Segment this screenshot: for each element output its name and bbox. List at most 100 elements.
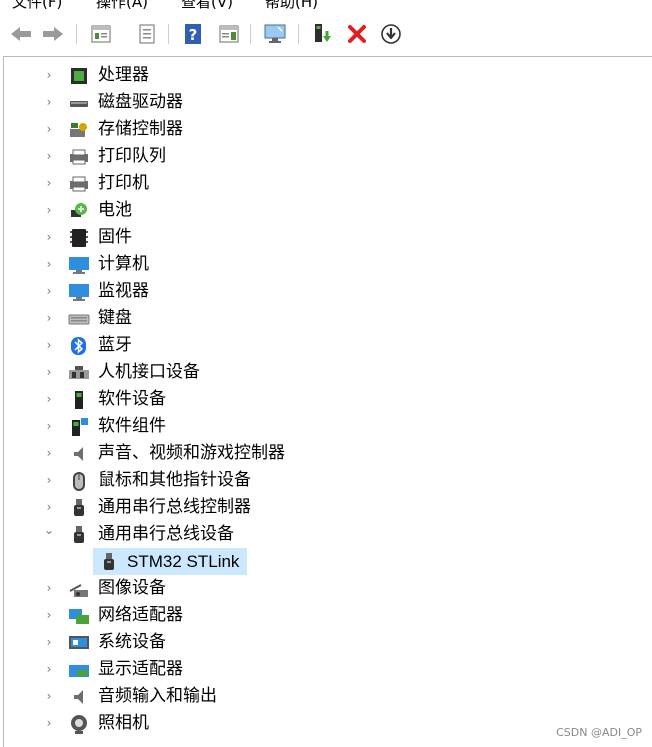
chevron-right-icon[interactable]: › <box>44 662 54 676</box>
back-arrow-icon <box>11 27 31 41</box>
tree-category[interactable]: › 软件设备 <box>4 386 644 413</box>
chevron-right-icon[interactable]: › <box>44 338 54 352</box>
tree-category[interactable]: › 电池 <box>4 197 644 224</box>
tree-category[interactable]: › 固件 <box>4 224 644 251</box>
tree-item-label: 显示适配器 <box>98 659 183 679</box>
tree-item-label: 打印队列 <box>98 146 166 166</box>
chevron-right-icon[interactable]: › <box>44 68 54 82</box>
device-tree: › 处理器 › 磁盘驱动器 › 存储控制器 › 打印队列 › 打印机 › 电池 › 固件 › 计算机 › 监视器 ›… <box>3 56 652 747</box>
menu-help[interactable]: 帮助(H) <box>265 0 318 12</box>
tree-category[interactable]: › 处理器 <box>4 62 644 89</box>
properties-panel-button[interactable] <box>88 22 114 46</box>
chevron-right-icon[interactable]: › <box>44 473 54 487</box>
tree-item-label: 蓝牙 <box>98 335 132 355</box>
camera-icon <box>68 714 90 734</box>
tree-category[interactable]: › 键盘 <box>4 305 644 332</box>
chevron-right-icon[interactable]: › <box>44 716 54 730</box>
tree-category[interactable]: › 存储控制器 <box>4 116 644 143</box>
show-hidden-button[interactable] <box>134 22 160 46</box>
uninstall-button[interactable] <box>344 22 370 46</box>
update-driver-button[interactable] <box>378 22 404 46</box>
chevron-right-icon[interactable]: › <box>44 581 54 595</box>
tree-category[interactable]: › 人机接口设备 <box>4 359 644 386</box>
software-device-icon <box>68 390 90 410</box>
usb-icon <box>68 525 90 545</box>
scan-hardware-icon <box>264 24 286 43</box>
tree-category[interactable]: › 通用串行总线控制器 <box>4 494 644 521</box>
chevron-right-icon[interactable]: › <box>44 176 54 190</box>
tree-item-label: 电池 <box>98 200 132 220</box>
chevron-right-icon[interactable]: › <box>44 608 54 622</box>
help-button[interactable]: ? <box>180 22 206 46</box>
menu-action[interactable]: 操作(A) <box>96 0 148 12</box>
chevron-right-icon[interactable]: › <box>44 203 54 217</box>
computer-icon <box>68 255 90 275</box>
action-pane-button[interactable] <box>216 22 242 46</box>
download-circle-icon <box>381 24 401 44</box>
storage-controller-icon <box>68 120 90 140</box>
tree-category[interactable]: › 蓝牙 <box>4 332 644 359</box>
tree-category[interactable]: › 网络适配器 <box>4 602 644 629</box>
firmware-icon <box>68 228 90 248</box>
tree-category[interactable]: › 图像设备 <box>4 575 644 602</box>
tree-item-label: 磁盘驱动器 <box>98 92 183 112</box>
chevron-right-icon[interactable]: › <box>44 689 54 703</box>
audio-io-icon <box>68 687 90 707</box>
menu-file[interactable]: 文件(F) <box>12 0 62 12</box>
tree-category[interactable]: › 计算机 <box>4 251 644 278</box>
help-icon: ? <box>185 24 201 44</box>
imaging-icon <box>68 579 90 599</box>
chevron-right-icon[interactable]: › <box>44 500 54 514</box>
software-component-icon <box>68 417 90 437</box>
tree-category[interactable]: ⌄ 通用串行总线设备 <box>4 521 644 548</box>
processor-icon <box>68 66 90 86</box>
chevron-right-icon[interactable]: › <box>44 230 54 244</box>
chevron-right-icon[interactable]: › <box>44 257 54 271</box>
disk-drive-icon <box>68 93 90 113</box>
usb-icon <box>68 498 90 518</box>
tree-category[interactable]: › 磁盘驱动器 <box>4 89 644 116</box>
back-button[interactable] <box>8 22 34 46</box>
tree-item-label: 照相机 <box>98 713 149 733</box>
tree-child-item[interactable]: STM32 STLink <box>4 548 644 575</box>
tree-category[interactable]: › 声音、视频和游戏控制器 <box>4 440 644 467</box>
add-driver-button[interactable] <box>310 22 336 46</box>
tree-item-label: 固件 <box>98 227 132 247</box>
add-driver-icon <box>315 24 331 42</box>
chevron-right-icon[interactable]: › <box>44 122 54 136</box>
chevron-right-icon[interactable]: › <box>44 311 54 325</box>
tree-category[interactable]: › 打印机 <box>4 170 644 197</box>
chevron-right-icon[interactable]: › <box>44 149 54 163</box>
tree-item-label: 通用串行总线设备 <box>98 524 234 544</box>
close-icon <box>348 25 366 43</box>
tree-category[interactable]: › 打印队列 <box>4 143 644 170</box>
forward-arrow-icon <box>43 27 63 41</box>
chevron-right-icon[interactable]: › <box>44 635 54 649</box>
tree-category[interactable]: › 软件组件 <box>4 413 644 440</box>
action-pane-icon <box>219 25 239 43</box>
chevron-right-icon[interactable]: › <box>44 365 54 379</box>
tree-item-label: 计算机 <box>98 254 149 274</box>
tree-item-label: 系统设备 <box>98 632 166 652</box>
tree-item-label: 软件设备 <box>98 389 166 409</box>
forward-button[interactable] <box>40 22 66 46</box>
tree-item-label: 软件组件 <box>98 416 166 436</box>
tree-item-label: 网络适配器 <box>98 605 183 625</box>
chevron-right-icon[interactable]: › <box>44 392 54 406</box>
tree-category[interactable]: › 鼠标和其他指针设备 <box>4 467 644 494</box>
chevron-right-icon[interactable]: › <box>44 284 54 298</box>
chevron-right-icon[interactable]: › <box>44 419 54 433</box>
tree-category[interactable]: › 显示适配器 <box>4 656 644 683</box>
svg-text:?: ? <box>189 26 198 44</box>
tree-item-label: STM32 STLink <box>127 552 240 571</box>
chevron-right-icon[interactable]: › <box>44 95 54 109</box>
toolbar: ? <box>0 16 652 50</box>
chevron-down-icon[interactable]: ⌄ <box>44 523 54 537</box>
tree-category[interactable]: › 系统设备 <box>4 629 644 656</box>
tree-category[interactable]: › 音频输入和输出 <box>4 683 644 710</box>
scan-hardware-button[interactable] <box>262 22 288 46</box>
menu-view[interactable]: 查看(V) <box>181 0 233 12</box>
chevron-right-icon[interactable]: › <box>44 446 54 460</box>
tree-category[interactable]: › 照相机 <box>4 710 644 737</box>
tree-category[interactable]: › 监视器 <box>4 278 644 305</box>
